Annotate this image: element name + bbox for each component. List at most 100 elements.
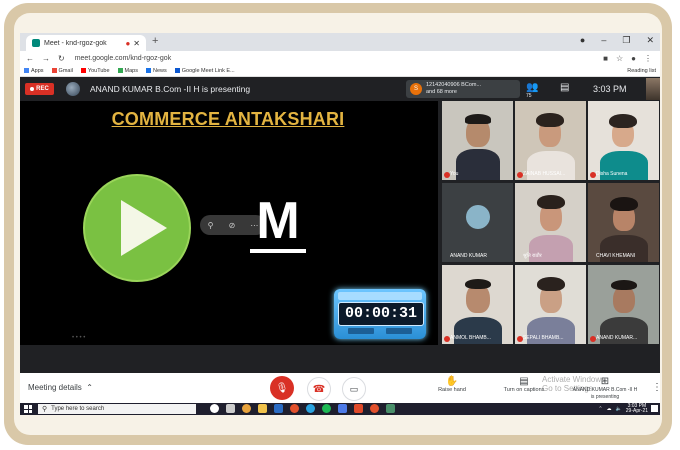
bookmarks-bar: Apps Gmail YouTube Maps News Google Meet… (20, 66, 660, 77)
reload-icon[interactable]: ↻ (58, 54, 65, 63)
meet-link-icon (174, 68, 180, 74)
camera-button[interactable]: ▭ (342, 377, 366, 401)
timer-cap (338, 292, 422, 300)
tray-chevron-icon[interactable]: ⌃ (598, 406, 602, 412)
close-tab-icon[interactable]: ✕ (133, 39, 140, 48)
people-count: 75 (526, 93, 532, 99)
file-explorer-icon[interactable] (258, 404, 267, 413)
participants-pill[interactable]: S 12142040906 BCom... and 68 more (406, 80, 520, 98)
search-icon: ⚲ (42, 406, 48, 413)
taskbar-apps (210, 404, 395, 413)
windows-start-icon[interactable] (24, 405, 32, 413)
bookmark-gmail[interactable]: Gmail (51, 68, 73, 74)
shared-presentation: COMMERCE ANTAKSHARI ⚲ ⊘ ⋯ M 00:00:31 • •… (20, 101, 438, 345)
profile-icon[interactable]: ● (631, 54, 636, 63)
hang-up-icon: ☎ (312, 383, 326, 395)
reading-list[interactable]: Reading list (627, 68, 656, 74)
browser-icon[interactable] (370, 404, 379, 413)
participant-tile[interactable]: श्रुति राठौर (515, 183, 586, 262)
back-icon[interactable]: ← (26, 54, 34, 63)
gmail-icon (51, 68, 57, 74)
bookmark-star-icon[interactable]: ☆ (616, 54, 623, 63)
bookmark-apps[interactable]: Apps (24, 68, 44, 74)
bookmark-meet-link[interactable]: Google Meet Link E... (174, 68, 235, 74)
meeting-details-button[interactable]: Meeting details ⌃ (28, 383, 93, 392)
camera-icon: ▭ (349, 383, 359, 394)
tile-name: You (450, 171, 459, 177)
store-icon[interactable] (274, 404, 283, 413)
taskbar-datetime[interactable]: 3:03 PM 29-Apr-21 (626, 404, 648, 414)
notification-icon[interactable] (651, 405, 658, 412)
chat-icon: ▤ (560, 82, 570, 93)
minimize-icon[interactable]: – (601, 35, 606, 46)
microphone-button[interactable]: 🎙 (270, 376, 294, 400)
leave-call-button[interactable]: ☎ (307, 377, 331, 401)
chrome-app-icon[interactable] (290, 404, 299, 413)
present-screen-icon: ⊞ (600, 376, 610, 387)
system-tray: ⌃ ☁ 🔈 3:03 PM 29-Apr-21 (598, 404, 648, 414)
participant-tile[interactable]: ANAND KUMAR (442, 183, 513, 262)
new-tab-icon[interactable]: + (152, 35, 158, 47)
participant-tile[interactable]: SEPALI BHAMB... (515, 265, 586, 344)
menu-icon[interactable]: ⋮ (644, 54, 652, 63)
address-bar: ← → ↻ meet.google.com/knd-rgoz-gok ■ ☆ ●… (20, 51, 660, 66)
tile-name: ANAND KUMAR (450, 253, 487, 259)
bookmark-news[interactable]: News (146, 68, 167, 74)
participant-tile[interactable]: ANAND KUMAR... (588, 265, 659, 344)
participant-avatar (466, 205, 490, 229)
close-window-icon[interactable]: ✕ (646, 35, 654, 46)
pin-icon[interactable]: ⚲ (208, 221, 214, 230)
word-icon[interactable] (338, 404, 347, 413)
meet-control-bar: Meeting details ⌃ 🎙 ☎ ▭ ✋ Raise hand ▤ T… (20, 373, 660, 403)
windows-taskbar: ⚲ Type here to search ⌃ ☁ 🔈 3:03 PM 29-A… (20, 403, 660, 415)
self-view-thumbnail[interactable] (646, 78, 660, 100)
maximize-icon[interactable]: ❐ (622, 35, 630, 46)
profile-dot-icon[interactable]: ● (580, 35, 585, 46)
chrome-icon[interactable] (242, 404, 251, 413)
mute-mic-icon[interactable]: ⊘ (229, 221, 236, 230)
meet-top-bar: REC ANAND KUMAR B.Com -II H is presentin… (20, 77, 660, 101)
recording-badge: REC (25, 83, 54, 95)
participant-tile[interactable]: ANMOL BHAMB... (442, 265, 513, 344)
url-field[interactable]: meet.google.com/knd-rgoz-gok (75, 55, 603, 62)
presenting-status-button[interactable]: ⊞ ANAND KUMAR B.Com -II H is presenting (566, 376, 644, 400)
bookmark-maps[interactable]: Maps (117, 68, 138, 74)
task-view-icon[interactable] (226, 404, 235, 413)
recording-dot-icon: ● (125, 38, 131, 48)
browser-tab-meet[interactable]: Meet - knd-rgoz-gok ● ✕ (26, 35, 146, 51)
forward-icon[interactable]: → (42, 54, 50, 63)
office-icon[interactable] (354, 404, 363, 413)
youtube-icon (80, 68, 86, 74)
participant-tile[interactable]: Disha Sunena (588, 101, 659, 180)
more-options-icon[interactable]: ⋮ (652, 382, 660, 393)
participant-avatar-icon: S (410, 83, 422, 95)
volume-icon[interactable]: 🔈 (616, 406, 622, 412)
tile-name: ZAINAB HUSSAI... (523, 171, 566, 177)
window-controls: ● – ❐ ✕ (580, 35, 654, 46)
spotify-icon[interactable] (322, 404, 331, 413)
telegram-icon[interactable] (306, 404, 315, 413)
nav-buttons: ← → ↻ (26, 54, 65, 63)
raise-hand-button[interactable]: ✋ Raise hand (432, 376, 472, 393)
tile-name: श्रुति राठौर (523, 253, 542, 259)
cortana-icon[interactable] (210, 404, 219, 413)
bookmark-youtube[interactable]: YouTube (80, 68, 110, 74)
network-icon[interactable]: ☁ (607, 406, 612, 412)
extension-icons: ■ ☆ ● ⋮ (603, 54, 652, 63)
chevron-up-icon: ⌃ (84, 383, 93, 392)
taskbar-search-input[interactable]: ⚲ Type here to search (38, 404, 196, 414)
chat-button[interactable]: ▤ (560, 82, 574, 96)
tile-name: Disha Sunena (596, 171, 628, 177)
news-icon (146, 68, 151, 74)
meet-favicon-icon (32, 39, 40, 47)
people-button[interactable]: 👥 75 (526, 82, 540, 99)
countdown-timer: 00:00:31 (334, 289, 426, 339)
participant-tile[interactable]: You (442, 101, 513, 180)
timer-display: 00:00:31 (338, 302, 424, 326)
participant-tile[interactable]: ZAINAB HUSSAI... (515, 101, 586, 180)
camera-permission-icon[interactable]: ■ (603, 54, 608, 63)
tab-title: Meet - knd-rgoz-gok (44, 39, 107, 47)
participant-tile[interactable]: CHAVI KHEMANI (588, 183, 659, 262)
apps-grid-icon (24, 68, 29, 74)
photos-icon[interactable] (386, 404, 395, 413)
